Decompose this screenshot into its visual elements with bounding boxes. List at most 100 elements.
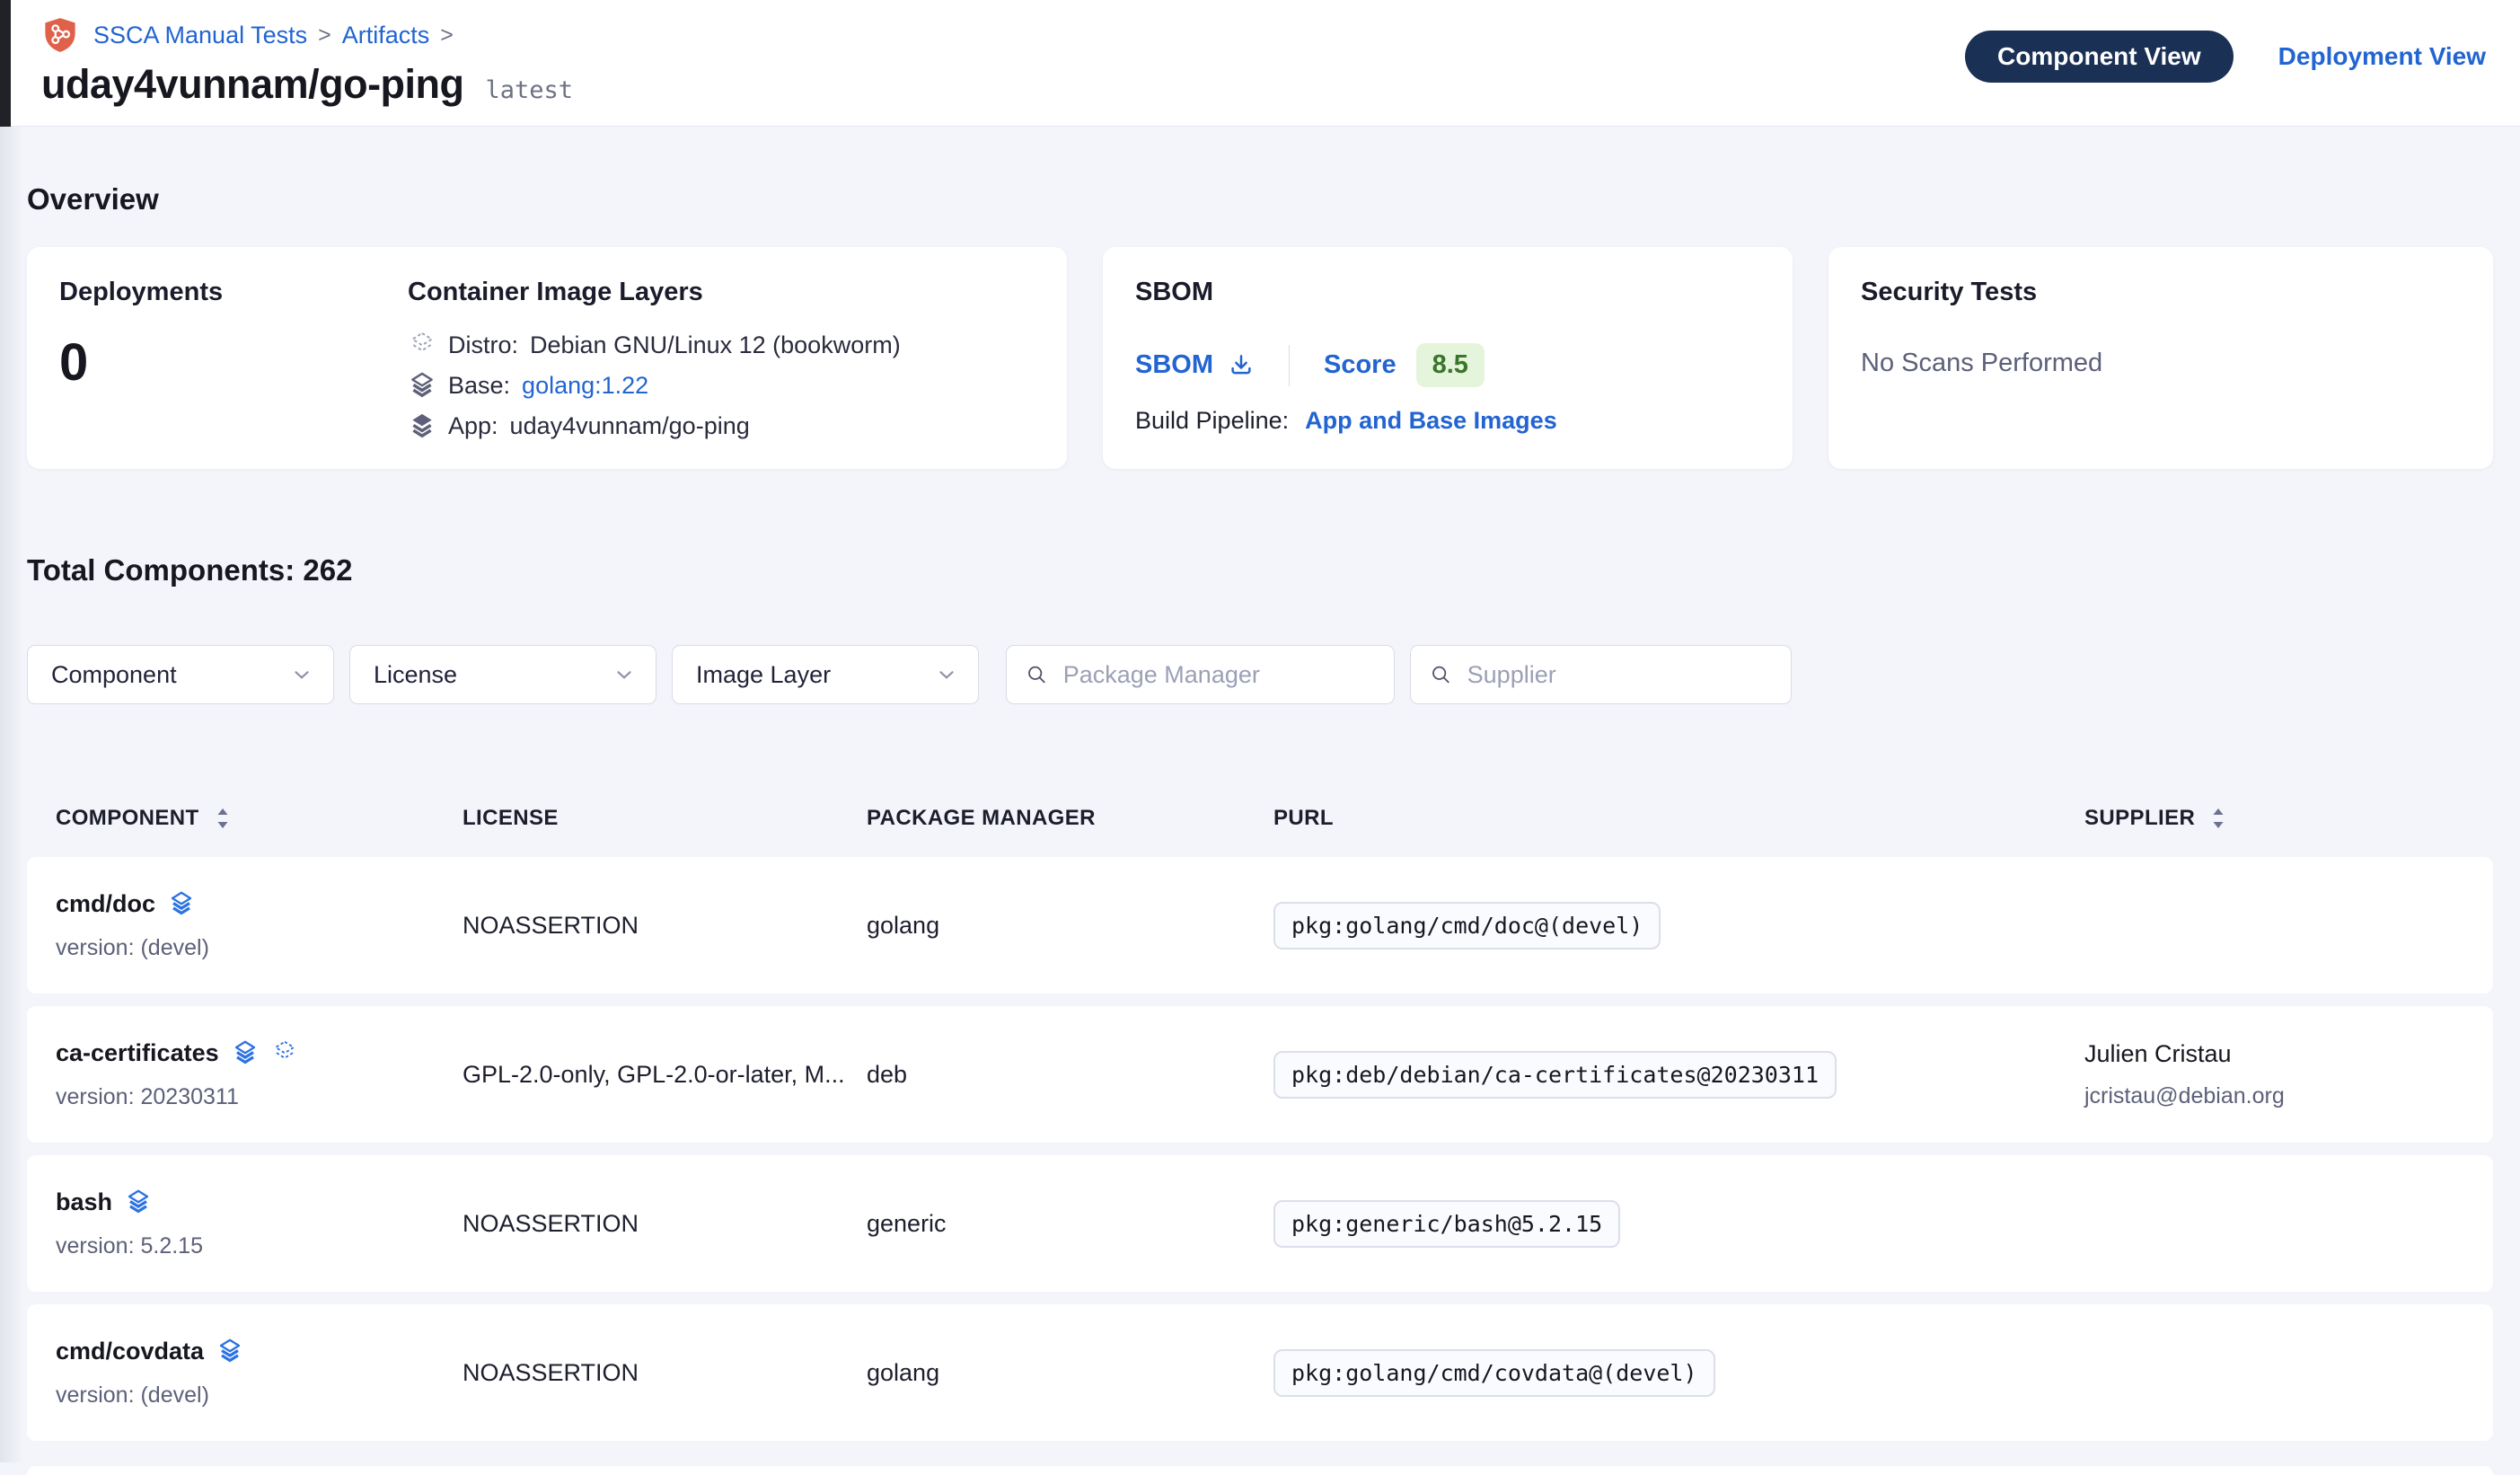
component-cell: cmd/covdata version: (devel): [56, 1304, 463, 1441]
layer-row-base: Base: golang:1.22: [408, 371, 901, 400]
component-cell: ca-certificates version: 20230311: [56, 1006, 463, 1143]
base-layer-dashed-icon: [271, 1039, 298, 1066]
purl-badge: pkg:deb/debian/ca-certificates@20230311: [1273, 1051, 1837, 1099]
filter-bar: Component License Image Layer: [27, 645, 2493, 704]
breadcrumb-artifacts-link[interactable]: Artifacts: [342, 22, 430, 49]
chevron-down-icon: [612, 663, 636, 686]
layer-row-distro: Distro: Debian GNU/Linux 12 (bookworm): [408, 331, 901, 359]
column-header-package-manager: PACKAGE MANAGER: [867, 805, 1273, 832]
sbom-download-link[interactable]: SBOM: [1135, 350, 1255, 380]
table-row-partial: [27, 1466, 2493, 1475]
component-name: bash: [56, 1188, 112, 1216]
security-tests-heading: Security Tests: [1861, 278, 2461, 307]
component-cell: cmd/doc version: (devel): [56, 857, 463, 994]
license-filter-label: License: [374, 661, 457, 689]
supplier-name: Julien Cristau: [2084, 1040, 2493, 1068]
supplier-cell: [2084, 1304, 2493, 1441]
purl-badge: pkg:golang/cmd/doc@(devel): [1273, 902, 1661, 949]
column-label: PURL: [1273, 806, 1334, 831]
package-manager-value: golang: [867, 912, 1273, 940]
package-manager-value: deb: [867, 1061, 1273, 1089]
supplier-search-input[interactable]: [1467, 661, 1773, 689]
image-layers-section: Container Image Layers Distro: Debian GN…: [408, 278, 901, 438]
overview-heading: Overview: [27, 127, 2493, 216]
license-value: GPL-2.0-only, GPL-2.0-or-later, M...: [463, 1061, 867, 1089]
layer-row-app: App: uday4vunnam/go-ping: [408, 411, 901, 440]
build-pipeline-link[interactable]: App and Base Images: [1305, 407, 1557, 435]
sbom-heading: SBOM: [1135, 278, 1760, 307]
supplier-cell: Julien Cristau jcristau@debian.org: [2084, 1006, 2493, 1143]
license-value: NOASSERTION: [463, 1210, 867, 1238]
security-tests-card: Security Tests No Scans Performed: [1828, 247, 2493, 469]
package-manager-search-input[interactable]: [1063, 661, 1376, 689]
layer-label: Base:: [448, 372, 510, 400]
download-icon: [1228, 352, 1255, 379]
distro-layer-icon: [408, 331, 436, 359]
component-name: ca-certificates: [56, 1039, 219, 1067]
supplier-cell: [2084, 1155, 2493, 1292]
layer-label: App:: [448, 412, 498, 440]
column-label: COMPONENT: [56, 806, 199, 831]
component-name: cmd/doc: [56, 890, 155, 918]
column-header-supplier[interactable]: SUPPLIER: [2084, 805, 2493, 832]
chevron-down-icon: [935, 663, 958, 686]
artifact-tag: latest: [486, 76, 574, 104]
component-filter-label: Component: [51, 661, 177, 689]
search-icon: [1429, 661, 1453, 688]
package-manager-search: [1006, 645, 1395, 704]
deployments-section: Deployments 0: [59, 278, 408, 438]
column-label: LICENSE: [463, 806, 559, 831]
table-row: cmd/doc version: (devel) NOASSERTION gol…: [27, 857, 2493, 994]
purl-badge: pkg:golang/cmd/covdata@(devel): [1273, 1349, 1715, 1397]
page-header: SSCA Manual Tests > Artifacts > uday4vun…: [0, 0, 2520, 127]
package-manager-value: generic: [867, 1210, 1273, 1238]
breadcrumb-separator: >: [318, 22, 331, 49]
sort-icon: [2207, 805, 2229, 832]
deployments-label: Deployments: [59, 278, 408, 307]
breadcrumb-project-link[interactable]: SSCA Manual Tests: [93, 22, 307, 49]
image-layer-filter-dropdown[interactable]: Image Layer: [672, 645, 979, 704]
base-image-link[interactable]: golang:1.22: [522, 372, 648, 400]
column-header-license: LICENSE: [463, 805, 867, 832]
app-layer-icon: [216, 1338, 243, 1365]
sbom-score-badge: 8.5: [1416, 343, 1485, 387]
component-version: version: (devel): [56, 935, 463, 961]
app-layer-icon: [232, 1039, 259, 1066]
component-version: version: (devel): [56, 1382, 463, 1409]
table-row: cmd/covdata version: (devel) NOASSERTION…: [27, 1304, 2493, 1441]
component-filter-dropdown[interactable]: Component: [27, 645, 334, 704]
view-toggle: Component View Deployment View: [1965, 31, 2486, 83]
divider: [1289, 345, 1290, 386]
app-layer-icon: [408, 411, 436, 440]
table-row: ca-certificates version: 20230311 GPL-2.…: [27, 1006, 2493, 1143]
component-version: version: 5.2.15: [56, 1233, 463, 1259]
sbom-score-link[interactable]: Score: [1324, 350, 1397, 380]
main-content: Overview Deployments 0 Container Image L…: [0, 127, 2520, 1475]
sort-icon: [212, 805, 233, 832]
package-manager-value: golang: [867, 1359, 1273, 1387]
table-row: bash version: 5.2.15 NOASSERTION generic…: [27, 1155, 2493, 1292]
license-value: NOASSERTION: [463, 1359, 867, 1387]
base-layer-icon: [408, 371, 436, 400]
deployment-view-link[interactable]: Deployment View: [2278, 42, 2486, 71]
purl-badge: pkg:generic/bash@5.2.15: [1273, 1200, 1620, 1248]
page-title: uday4vunnam/go-ping: [41, 61, 464, 108]
components-table-body: cmd/doc version: (devel) NOASSERTION gol…: [27, 857, 2493, 1475]
component-version: version: 20230311: [56, 1084, 463, 1110]
supplier-search: [1410, 645, 1792, 704]
breadcrumb-separator: >: [440, 22, 454, 49]
component-view-button[interactable]: Component View: [1965, 31, 2234, 83]
chevron-down-icon: [290, 663, 313, 686]
supplier-email: jcristau@debian.org: [2084, 1083, 2493, 1109]
title-row: uday4vunnam/go-ping latest: [41, 61, 573, 108]
layer-value: Debian GNU/Linux 12 (bookworm): [530, 331, 901, 359]
component-name: cmd/covdata: [56, 1338, 204, 1365]
total-components-heading: Total Components: 262: [27, 469, 2493, 587]
column-header-component[interactable]: COMPONENT: [56, 805, 463, 832]
deployments-count: 0: [59, 332, 408, 393]
license-filter-dropdown[interactable]: License: [349, 645, 656, 704]
layer-label: Distro:: [448, 331, 518, 359]
sbom-download-label: SBOM: [1135, 350, 1213, 380]
breadcrumb: SSCA Manual Tests > Artifacts >: [41, 16, 573, 54]
license-value: NOASSERTION: [463, 912, 867, 940]
